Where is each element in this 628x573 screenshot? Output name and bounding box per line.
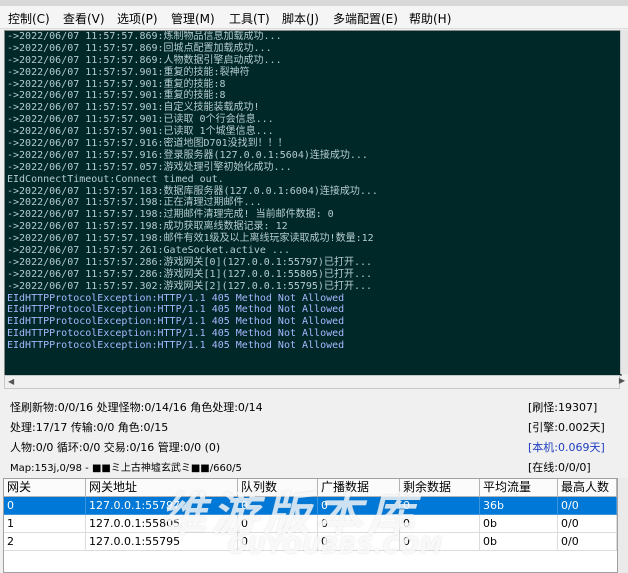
- menu-bar: 控制(C) 查看(V) 选项(P) 管理(M) 工具(T) 脚本(J) 多端配置…: [0, 6, 628, 29]
- log-line: ->2022/06/07 11:57:57.286:游戏网关[1](127.0.…: [7, 268, 373, 280]
- log-line: ->2022/06/07 11:57:57.869:人物数据引擎启动成功...: [7, 54, 282, 66]
- log-line: EIdConnectTimeout:Connect timed out.: [7, 173, 224, 185]
- cell-avg-traffic: 0b: [480, 533, 558, 551]
- console-horizontal-scrollbar[interactable]: ◀: [4, 375, 620, 389]
- log-line: ->2022/06/07 11:57:57.869:炼制物品信息加载成功...: [7, 31, 282, 42]
- column-header-broadcast[interactable]: 广播数据: [318, 479, 400, 497]
- log-line: EIdHTTPProtocolException:HTTP/1.1 405 Me…: [7, 340, 345, 352]
- stat-monster-refresh: 怪刷新物:0/0/16 处理怪物:0/14/16 角色处理:0/14: [10, 401, 263, 414]
- cell-broadcast: 0: [318, 533, 400, 551]
- table-vertical-scrollbar[interactable]: [618, 478, 628, 573]
- log-line: EIdHTTPProtocolException:HTTP/1.1 405 Me…: [7, 304, 345, 316]
- cell-queue: 0: [238, 515, 318, 533]
- menu-script[interactable]: 脚本(J): [282, 10, 319, 27]
- log-lines: ->2022/06/07 11:57:57.869:炼制物品信息加载成功... -…: [7, 31, 378, 352]
- cell-broadcast: 0: [318, 515, 400, 533]
- cell-address: 127.0.0.1:55795: [86, 533, 238, 551]
- log-line: ->2022/06/07 11:57:57.869:回城点配置加载成功...: [7, 42, 272, 54]
- scroll-left-icon[interactable]: ◀: [8, 377, 14, 386]
- log-line: EIdHTTPProtocolException:HTTP/1.1 405 Me…: [7, 328, 345, 340]
- log-line: ->2022/06/07 11:57:57.916:密道地图D701没找到！！！: [7, 138, 288, 150]
- console-vertical-scrollbar[interactable]: [620, 30, 628, 374]
- cell-remaining: 0: [400, 533, 480, 551]
- table-row[interactable]: 2 127.0.0.1:55795 0 0 0 0b 0/0: [4, 533, 617, 551]
- column-header-avg-traffic[interactable]: 平均流量: [480, 479, 558, 497]
- log-line: EIdHTTPProtocolException:HTTP/1.1 405 Me…: [7, 292, 345, 304]
- column-header-queue[interactable]: 队列数: [238, 479, 318, 497]
- stat-players: 人物:0/0 循环:0/0 交易:0/16 管理:0/0 (0): [10, 441, 221, 454]
- gate-table[interactable]: 网关 网关地址 队列数 广播数据 剩余数据 平均流量 最高人数 0 127.0.0…: [3, 478, 618, 573]
- stat-engine-uptime: [引擎:0.002天]: [528, 421, 605, 434]
- stat-map: Map:153j,0/98 - ■■ミ上古神墟玄武ミ■■/660/5: [10, 463, 242, 474]
- cell-gate-id: 1: [4, 515, 86, 533]
- cell-address: 127.0.0.1:55805: [86, 515, 238, 533]
- cell-broadcast: 0: [318, 497, 400, 515]
- cell-gate-id: 2: [4, 533, 86, 551]
- cell-remaining: 0: [400, 497, 480, 515]
- table-row[interactable]: 1 127.0.0.1:55805 0 0 0 0b 0/0: [4, 515, 617, 533]
- log-line: ->2022/06/07 11:57:57.057:游戏处理引擎初始化成功...: [7, 161, 292, 173]
- log-line: EIdHTTPProtocolException:HTTP/1.1 405 Me…: [7, 316, 345, 328]
- cell-address: 127.0.0.1:55797: [86, 497, 238, 515]
- log-line: ->2022/06/07 11:57:57.916:登录服务器(127.0.0.…: [7, 149, 368, 161]
- menu-control[interactable]: 控制(C): [8, 10, 50, 27]
- cell-avg-traffic: 0b: [480, 515, 558, 533]
- log-line: ->2022/06/07 11:57:57.901:已读取 0个行会信息...: [7, 114, 274, 126]
- cell-queue: 0: [238, 533, 318, 551]
- log-line: ->2022/06/07 11:57:57.901:重复的技能:8: [7, 90, 226, 102]
- log-line: ->2022/06/07 11:57:57.198:过期邮件清理完成! 当前邮件…: [7, 209, 334, 221]
- log-line: ->2022/06/07 11:57:57.286:游戏网关[0](127.0.…: [7, 256, 373, 268]
- scroll-right-icon[interactable]: ▶: [616, 376, 628, 388]
- stat-refresh-count: [刷怪:19307]: [528, 401, 598, 414]
- log-line: ->2022/06/07 11:57:57.198:正在清理过期邮件...: [7, 197, 262, 209]
- cell-max-players: 0/0: [558, 533, 617, 551]
- log-line: ->2022/06/07 11:57:57.901:重复的技能:裂神符: [7, 66, 250, 78]
- menu-manage[interactable]: 管理(M): [171, 10, 215, 27]
- menu-options[interactable]: 选项(P): [117, 10, 158, 27]
- cell-gate-id: 0: [4, 497, 86, 515]
- table-row[interactable]: 0 127.0.0.1:55797 0 0 0 36b 0/0: [4, 497, 617, 515]
- cell-max-players: 0/0: [558, 497, 617, 515]
- stat-online: [在线:0/0/0]: [528, 461, 591, 474]
- stat-processing: 处理:17/17 传输:0/0 角色:0/15: [10, 421, 169, 434]
- log-line: ->2022/06/07 11:57:57.183:数据库服务器(127.0.0…: [7, 185, 378, 197]
- cell-avg-traffic: 36b: [480, 497, 558, 515]
- menu-tools[interactable]: 工具(T): [229, 10, 270, 27]
- cell-queue: 0: [238, 497, 318, 515]
- log-line: ->2022/06/07 11:57:57.261:GateSocket.act…: [7, 245, 290, 257]
- log-console[interactable]: ->2022/06/07 11:57:57.869:炼制物品信息加载成功... -…: [4, 30, 622, 376]
- column-header-address[interactable]: 网关地址: [86, 479, 238, 497]
- menu-multi-config[interactable]: 多端配置(E): [333, 10, 398, 27]
- log-line: ->2022/06/07 11:57:57.302:游戏网关[2](127.0.…: [7, 280, 373, 292]
- cell-remaining: 0: [400, 515, 480, 533]
- column-header-max-players[interactable]: 最高人数: [558, 479, 617, 497]
- log-line: ->2022/06/07 11:57:57.901:重复的技能:8: [7, 78, 226, 90]
- column-header-remaining[interactable]: 剩余数据: [400, 479, 480, 497]
- log-line: ->2022/06/07 11:57:57.901:已读取 1个城堡信息...: [7, 126, 274, 138]
- stat-local-uptime: [本机:0.069天]: [528, 441, 605, 454]
- log-line: ->2022/06/07 11:57:57.901:自定义技能装载成功!: [7, 102, 260, 114]
- menu-help[interactable]: 帮助(H): [409, 10, 451, 27]
- log-line: ->2022/06/07 11:57:57.198:成功获取离线数据记录: 12: [7, 221, 288, 233]
- menu-view[interactable]: 查看(V): [63, 10, 105, 27]
- column-header-gate[interactable]: 网关: [4, 479, 86, 497]
- cell-max-players: 0/0: [558, 515, 617, 533]
- log-line: ->2022/06/07 11:57:57.198:邮件有效1级及以上离线玩家读…: [7, 233, 374, 245]
